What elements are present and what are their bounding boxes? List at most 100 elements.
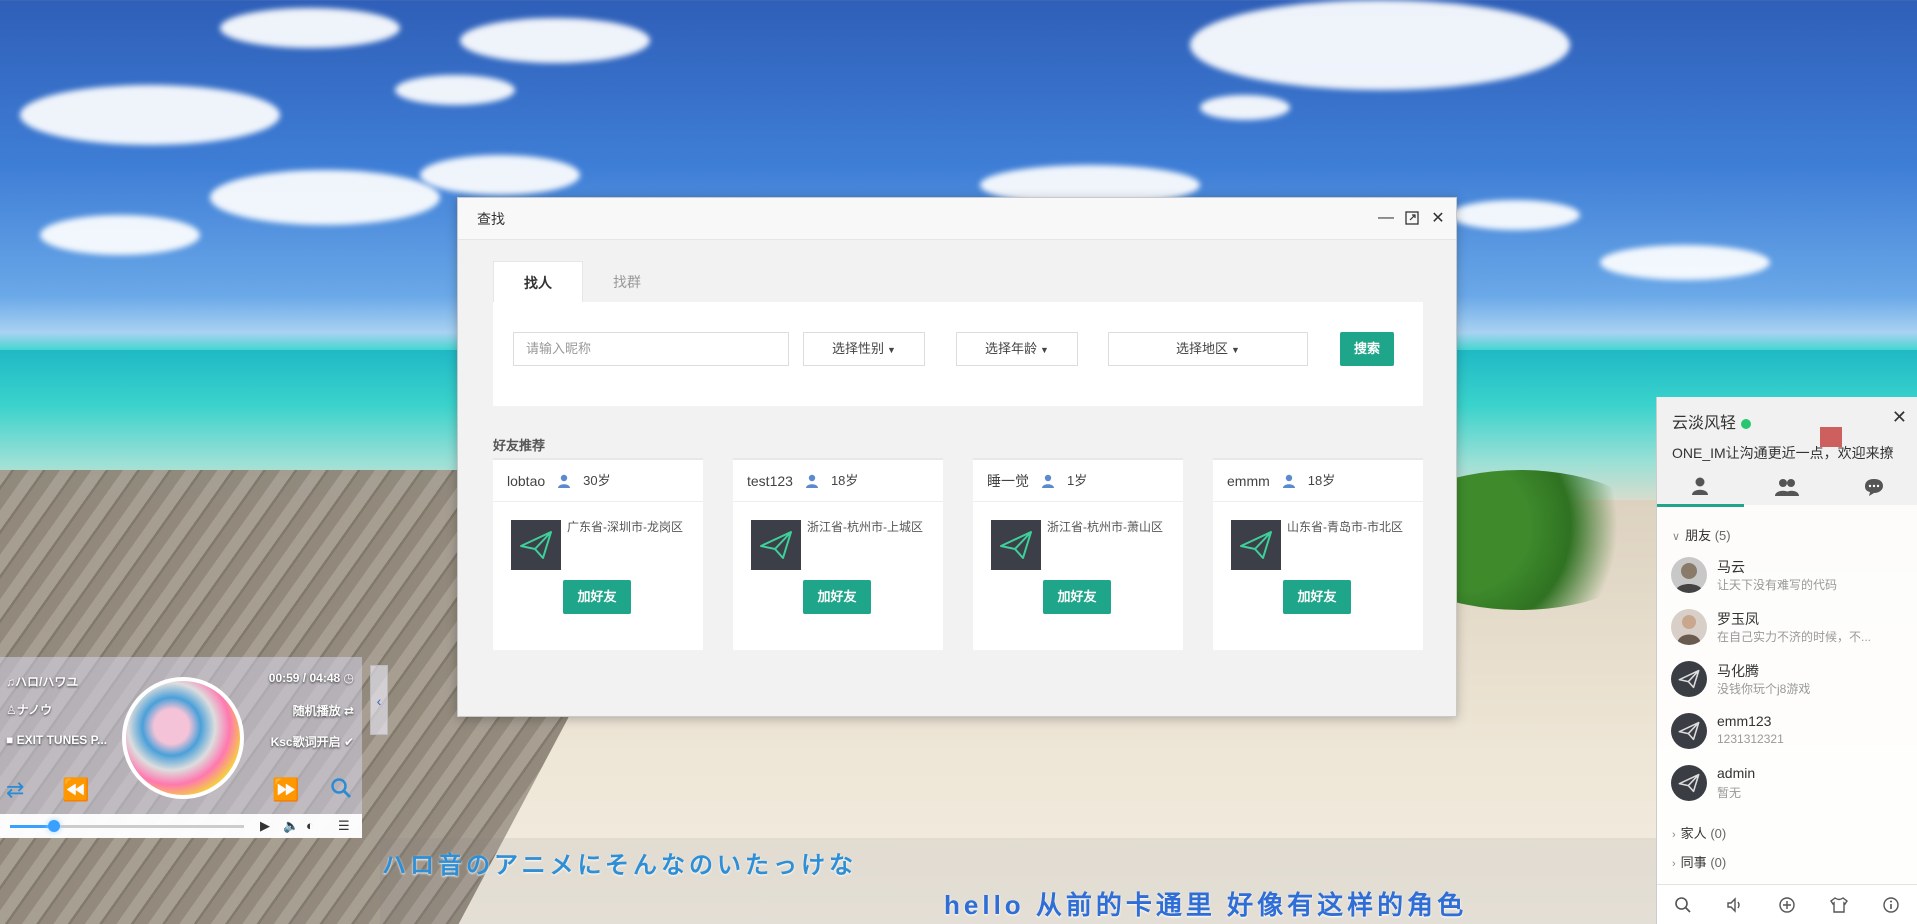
shuffle-icon: ⇄ <box>343 704 354 718</box>
group-count: (5) <box>1714 528 1731 543</box>
card-address: 浙江省-杭州市-萧山区 <box>1047 520 1163 534</box>
lyric-line-2: hello 从前的卡通里 好像有这样的角色 <box>944 890 1468 920</box>
add-friend-button[interactable]: 加好友 <box>803 580 871 614</box>
paper-plane-avatar-icon <box>751 520 801 570</box>
cloud <box>420 155 580 195</box>
search-icon[interactable] <box>330 777 352 805</box>
time-row: 00:59 / 04:48 ◷ <box>269 671 354 685</box>
caret-down-icon: ▼ <box>1231 345 1240 355</box>
toggle-icon[interactable]: ◐ <box>306 818 314 833</box>
person-icon <box>1042 474 1054 488</box>
chevron-right-icon: › <box>1672 858 1676 870</box>
person-icon <box>558 474 571 488</box>
play-icon[interactable]: ▶ <box>260 818 270 834</box>
minimize-icon[interactable]: — <box>1378 209 1394 226</box>
cloud <box>1450 200 1580 230</box>
add-friend-button[interactable]: 加好友 <box>1283 580 1351 614</box>
paper-plane-avatar-icon <box>1671 765 1707 801</box>
im-header: 云淡风轻 ✕ ONE_IM让沟通更近一点，欢迎来撩 <box>1657 397 1917 507</box>
cloud <box>40 215 200 255</box>
group-count: (0) <box>1710 826 1727 841</box>
menu-icon[interactable]: ☰ <box>338 818 350 834</box>
player-collapse-button[interactable]: ‹ <box>370 665 388 735</box>
cloud <box>1600 245 1770 280</box>
tab-groups[interactable] <box>1744 467 1831 507</box>
friend-name: 罗玉凤 <box>1717 611 1759 627</box>
age-select[interactable]: 选择年龄 ▼ <box>956 332 1078 366</box>
play-time: 00:59 / 04:48 <box>268 671 341 685</box>
volume-icon[interactable]: 🔈 <box>283 818 299 834</box>
user-icon <box>1692 477 1709 495</box>
group-friends[interactable]: ∨ 朋友 (5) <box>1672 525 1731 544</box>
maximize-icon[interactable] <box>1404 210 1420 226</box>
tab-friends[interactable] <box>1657 467 1744 507</box>
close-icon[interactable]: ✕ <box>1430 210 1446 227</box>
person-icon <box>1282 474 1295 488</box>
card-address: 浙江省-杭州市-上城区 <box>807 520 923 534</box>
tab-chats[interactable] <box>1830 467 1917 507</box>
tab-find-group[interactable]: 找群 <box>583 261 671 303</box>
lyric-toggle-row[interactable]: Ksc歌词开启 ✔ <box>271 733 354 750</box>
close-icon[interactable]: ✕ <box>1892 407 1907 428</box>
friend-name: emm123 <box>1717 713 1772 729</box>
friend-signature: 1231312321 <box>1717 732 1784 746</box>
search-icon[interactable] <box>1673 895 1693 915</box>
cloud <box>1200 95 1290 120</box>
previous-icon[interactable]: ⏪ <box>62 777 89 803</box>
add-friend-button[interactable]: 加好友 <box>563 580 631 614</box>
progress-knob[interactable] <box>48 820 61 832</box>
shuffle-icon[interactable]: ⇄ <box>6 777 24 803</box>
friend-item[interactable]: 马云 让天下没有难写的代码 <box>1657 549 1917 599</box>
friend-item[interactable]: 罗玉凤 在自己实力不济的时候，不... <box>1657 601 1917 651</box>
song-row: ♫ハロ/ハワユ <box>6 673 78 690</box>
sound-icon[interactable] <box>1725 895 1745 915</box>
cloud <box>395 75 515 105</box>
paper-plane-avatar-icon <box>1231 520 1281 570</box>
next-icon[interactable]: ⏩ <box>272 777 299 803</box>
player-control-bar: ▶ 🔈 ◐ ☰ <box>0 814 362 838</box>
check-circle-icon: ✔ <box>343 735 354 749</box>
cloud <box>460 18 650 63</box>
card-name: lobtao <box>507 472 546 489</box>
gender-select-label: 选择性别 <box>832 341 885 356</box>
friend-name: 马云 <box>1717 559 1745 575</box>
chevron-down-icon: ∨ <box>1672 531 1681 543</box>
chevron-right-icon: › <box>1672 829 1676 841</box>
cloud <box>210 170 440 225</box>
play-mode: 随机播放 <box>292 704 341 718</box>
cloud <box>20 85 280 145</box>
friend-signature: 让天下没有难写的代码 <box>1717 578 1838 592</box>
add-icon[interactable] <box>1777 895 1797 915</box>
group-label: 朋友 <box>1685 528 1712 543</box>
friend-card: 睡一觉 1岁 浙江省-杭州市-萧山区 加好友 <box>973 458 1183 650</box>
cloud <box>220 8 400 48</box>
friend-card: test123 18岁 浙江省-杭州市-上城区 加好友 <box>733 458 943 650</box>
im-signature[interactable]: ONE_IM让沟通更近一点，欢迎来撩 <box>1672 443 1894 463</box>
skin-icon[interactable] <box>1829 895 1849 915</box>
search-button[interactable]: 搜索 <box>1340 332 1394 366</box>
lyric-line-1: ハロ音のアニメにそんなのいたっけな <box>382 852 858 879</box>
region-select[interactable]: 选择地区 ▼ <box>1108 332 1308 366</box>
add-friend-button[interactable]: 加好友 <box>1043 580 1111 614</box>
online-status-icon[interactable] <box>1741 418 1752 429</box>
music-note-icon: ♫ <box>6 675 15 689</box>
nickname-placeholder: 请输入昵称 <box>526 341 592 356</box>
group-family[interactable]: › 家人 (0) <box>1672 823 1726 842</box>
group-colleagues[interactable]: › 同事 (0) <box>1672 852 1726 871</box>
tab-find-people[interactable]: 找人 <box>493 261 583 303</box>
friend-signature: 暂无 <box>1717 786 1742 800</box>
dialog-title: 查找 <box>458 198 1456 240</box>
gender-select[interactable]: 选择性别 ▼ <box>803 332 925 366</box>
avatar <box>1671 557 1707 593</box>
progress-bar[interactable] <box>10 820 244 832</box>
friend-item[interactable]: admin 暂无 <box>1657 757 1917 807</box>
caret-down-icon: ▼ <box>1040 345 1049 355</box>
im-toolbar <box>1657 884 1917 924</box>
friend-item[interactable]: 马化腾 没钱你玩个j8游戏 <box>1657 653 1917 703</box>
friend-item[interactable]: emm123 1231312321 <box>1657 705 1917 755</box>
card-age: 18岁 <box>1307 472 1336 488</box>
info-icon[interactable] <box>1881 895 1901 915</box>
nickname-input[interactable]: 请输入昵称 <box>513 332 789 366</box>
friend-card: lobtao 30岁 广东省-深圳市-龙岗区 加好友 <box>493 458 703 650</box>
mode-row[interactable]: 随机播放 ⇄ <box>293 702 354 719</box>
